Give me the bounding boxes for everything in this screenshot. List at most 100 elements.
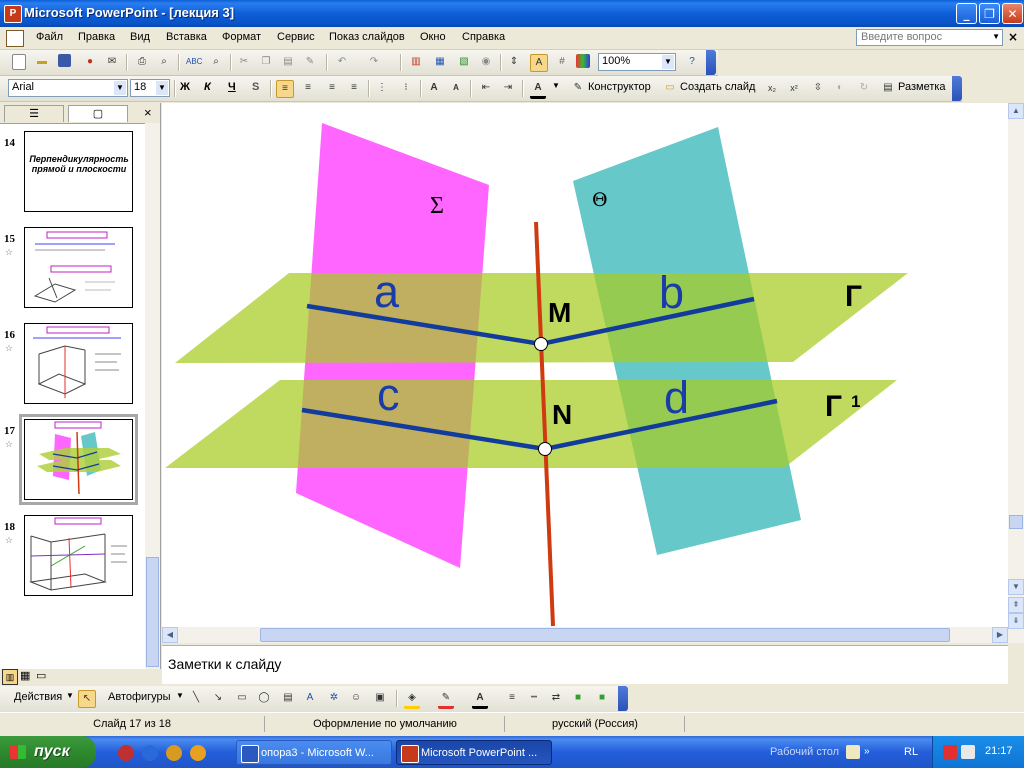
- new-slide-icon[interactable]: ▭: [662, 80, 678, 96]
- tables-borders-icon[interactable]: ▧: [456, 54, 472, 70]
- font-select[interactable]: Arial ▼: [8, 79, 128, 97]
- show-formatting-icon[interactable]: A: [530, 54, 548, 72]
- next-slide-icon[interactable]: ⇟: [1008, 613, 1024, 629]
- menu-insert[interactable]: Вставка: [166, 31, 207, 43]
- slide-thumbnail-18[interactable]: [24, 515, 133, 596]
- layout-icon[interactable]: ▤: [880, 80, 896, 96]
- designer-icon[interactable]: ✎: [570, 80, 586, 96]
- color-grayscale-icon[interactable]: [576, 54, 590, 68]
- grid-icon[interactable]: #: [554, 54, 570, 70]
- bold-button[interactable]: Ж: [180, 81, 190, 93]
- select-arrow-icon[interactable]: ↖: [78, 690, 96, 708]
- scroll-up-icon[interactable]: ▲: [1008, 103, 1024, 119]
- menu-format[interactable]: Формат: [222, 31, 261, 43]
- scrollbar-thumb[interactable]: [260, 628, 950, 642]
- zoom-select[interactable]: 100% ▼: [598, 53, 676, 71]
- scroll-down-icon[interactable]: ▼: [1008, 579, 1024, 595]
- subscript-icon[interactable]: x₂: [764, 80, 780, 96]
- actions-menu[interactable]: Действия: [14, 691, 62, 703]
- autoshapes-menu[interactable]: Автофигуры: [108, 691, 171, 703]
- tab-slides[interactable]: ▢: [68, 105, 128, 122]
- paste-icon[interactable]: ▤: [280, 54, 296, 70]
- normal-view-icon[interactable]: ▥: [2, 669, 18, 685]
- rectangle-icon[interactable]: ▭: [234, 690, 250, 706]
- desktop-toolbar-label[interactable]: Рабочий стол: [770, 746, 839, 758]
- chevron-down-icon[interactable]: ▼: [662, 55, 674, 69]
- expand-all-icon[interactable]: ⇕: [506, 54, 522, 70]
- align-left-icon[interactable]: ≡: [276, 80, 294, 98]
- powerpoint-app-icon[interactable]: P: [4, 5, 22, 23]
- save-icon[interactable]: [58, 54, 71, 67]
- slide-thumbnail-16[interactable]: [24, 323, 133, 404]
- new-icon[interactable]: [12, 54, 26, 70]
- insert-picture-icon[interactable]: ◉: [478, 54, 494, 70]
- research-icon[interactable]: ⌕: [208, 54, 224, 70]
- fill-color-icon[interactable]: ◈: [404, 690, 420, 709]
- decrease-indent-icon[interactable]: ⇤: [478, 80, 494, 96]
- permission-icon[interactable]: ●: [82, 54, 98, 70]
- menu-file[interactable]: Файл: [36, 31, 63, 43]
- print-icon[interactable]: ⎙: [134, 54, 150, 70]
- insert-table-icon[interactable]: ▦: [432, 54, 448, 70]
- notes-pane[interactable]: Заметки к слайду: [162, 645, 1008, 684]
- tray-security-icon[interactable]: [943, 745, 957, 759]
- numbering-icon[interactable]: ⋮: [374, 80, 390, 96]
- align-center-icon[interactable]: ≡: [300, 80, 316, 96]
- superscript-icon[interactable]: x²: [786, 80, 802, 96]
- chevron-down-icon[interactable]: ▼: [992, 32, 1000, 41]
- picture-icon[interactable]: ▣: [372, 690, 388, 706]
- chevron-down-icon[interactable]: ▼: [66, 691, 74, 700]
- designer-button[interactable]: Конструктор: [588, 81, 651, 93]
- spacing-icon[interactable]: ⇳: [810, 80, 826, 96]
- tab-outline[interactable]: ☰: [4, 105, 64, 122]
- open-icon[interactable]: ▬: [34, 54, 50, 70]
- menu-view[interactable]: Вид: [130, 31, 150, 43]
- slide-horizontal-scrollbar[interactable]: ◀ ▶: [162, 627, 1008, 643]
- insert-chart-icon[interactable]: ▥: [408, 54, 424, 70]
- align-right-icon[interactable]: ≡: [324, 80, 340, 96]
- help-icon[interactable]: ?: [684, 54, 700, 70]
- underline-button[interactable]: Ч: [228, 81, 236, 93]
- desktop-folder-icon[interactable]: [846, 745, 860, 759]
- chevron-down-icon[interactable]: ▼: [176, 691, 184, 700]
- toolbar-options-icon[interactable]: [706, 50, 716, 75]
- chevron-down-icon[interactable]: ▼: [114, 81, 126, 95]
- font-size-select[interactable]: 18 ▼: [130, 79, 170, 97]
- clipart-icon[interactable]: ☺: [348, 690, 364, 706]
- line-icon[interactable]: ╲: [188, 690, 204, 706]
- layout-button[interactable]: Разметка: [898, 81, 946, 93]
- help-search-input[interactable]: Введите вопрос ▼: [856, 29, 1003, 46]
- 3d-style-icon[interactable]: ■: [594, 690, 610, 706]
- arrow-style-icon[interactable]: ⇄: [548, 690, 564, 706]
- slide-thumbnail-17[interactable]: [19, 414, 138, 505]
- toolbar-options-icon[interactable]: [618, 686, 628, 711]
- close-document-icon[interactable]: ×: [1008, 30, 1018, 44]
- arrow-icon[interactable]: ↘: [210, 690, 226, 706]
- slide-thumbnail-14[interactable]: Перпендикулярность прямой и плоскости: [24, 131, 133, 212]
- start-button[interactable]: пуск: [0, 736, 96, 768]
- quicklaunch-player-icon[interactable]: [190, 745, 206, 761]
- toolbar-options-icon[interactable]: [952, 76, 962, 101]
- line-color-icon[interactable]: ✎: [438, 690, 454, 709]
- slide-vertical-scrollbar[interactable]: ▲ ▼ ⇞ ⇟: [1008, 103, 1024, 643]
- bullets-icon[interactable]: ⁝: [398, 80, 414, 96]
- document-icon[interactable]: [6, 30, 24, 47]
- slide-canvas[interactable]: Σ Θ a b c d M N Г Г 1: [162, 103, 1008, 627]
- decrease-font-icon[interactable]: A: [448, 80, 464, 96]
- menu-slideshow[interactable]: Показ слайдов: [329, 31, 405, 43]
- menu-tools[interactable]: Сервис: [277, 31, 315, 43]
- task-word[interactable]: опора3 - Microsoft W...: [236, 740, 392, 765]
- slideshow-icon[interactable]: ▭: [36, 669, 46, 682]
- scrollbar-thumb[interactable]: [1009, 515, 1023, 529]
- quicklaunch-ie-icon[interactable]: [142, 745, 158, 761]
- copy-icon[interactable]: ❐: [258, 54, 274, 70]
- textbox-icon[interactable]: ▤: [280, 690, 296, 706]
- email-icon[interactable]: ✉: [104, 54, 120, 70]
- chevron-down-icon[interactable]: ▼: [156, 81, 168, 95]
- slide-thumbnail-15[interactable]: [24, 227, 133, 308]
- diagram-icon[interactable]: ✲: [326, 690, 342, 706]
- italic-button[interactable]: К: [204, 81, 211, 93]
- shadow-style-icon[interactable]: ■: [570, 690, 586, 706]
- quicklaunch-media-icon[interactable]: [166, 745, 182, 761]
- new-slide-button[interactable]: Создать слайд: [680, 81, 755, 93]
